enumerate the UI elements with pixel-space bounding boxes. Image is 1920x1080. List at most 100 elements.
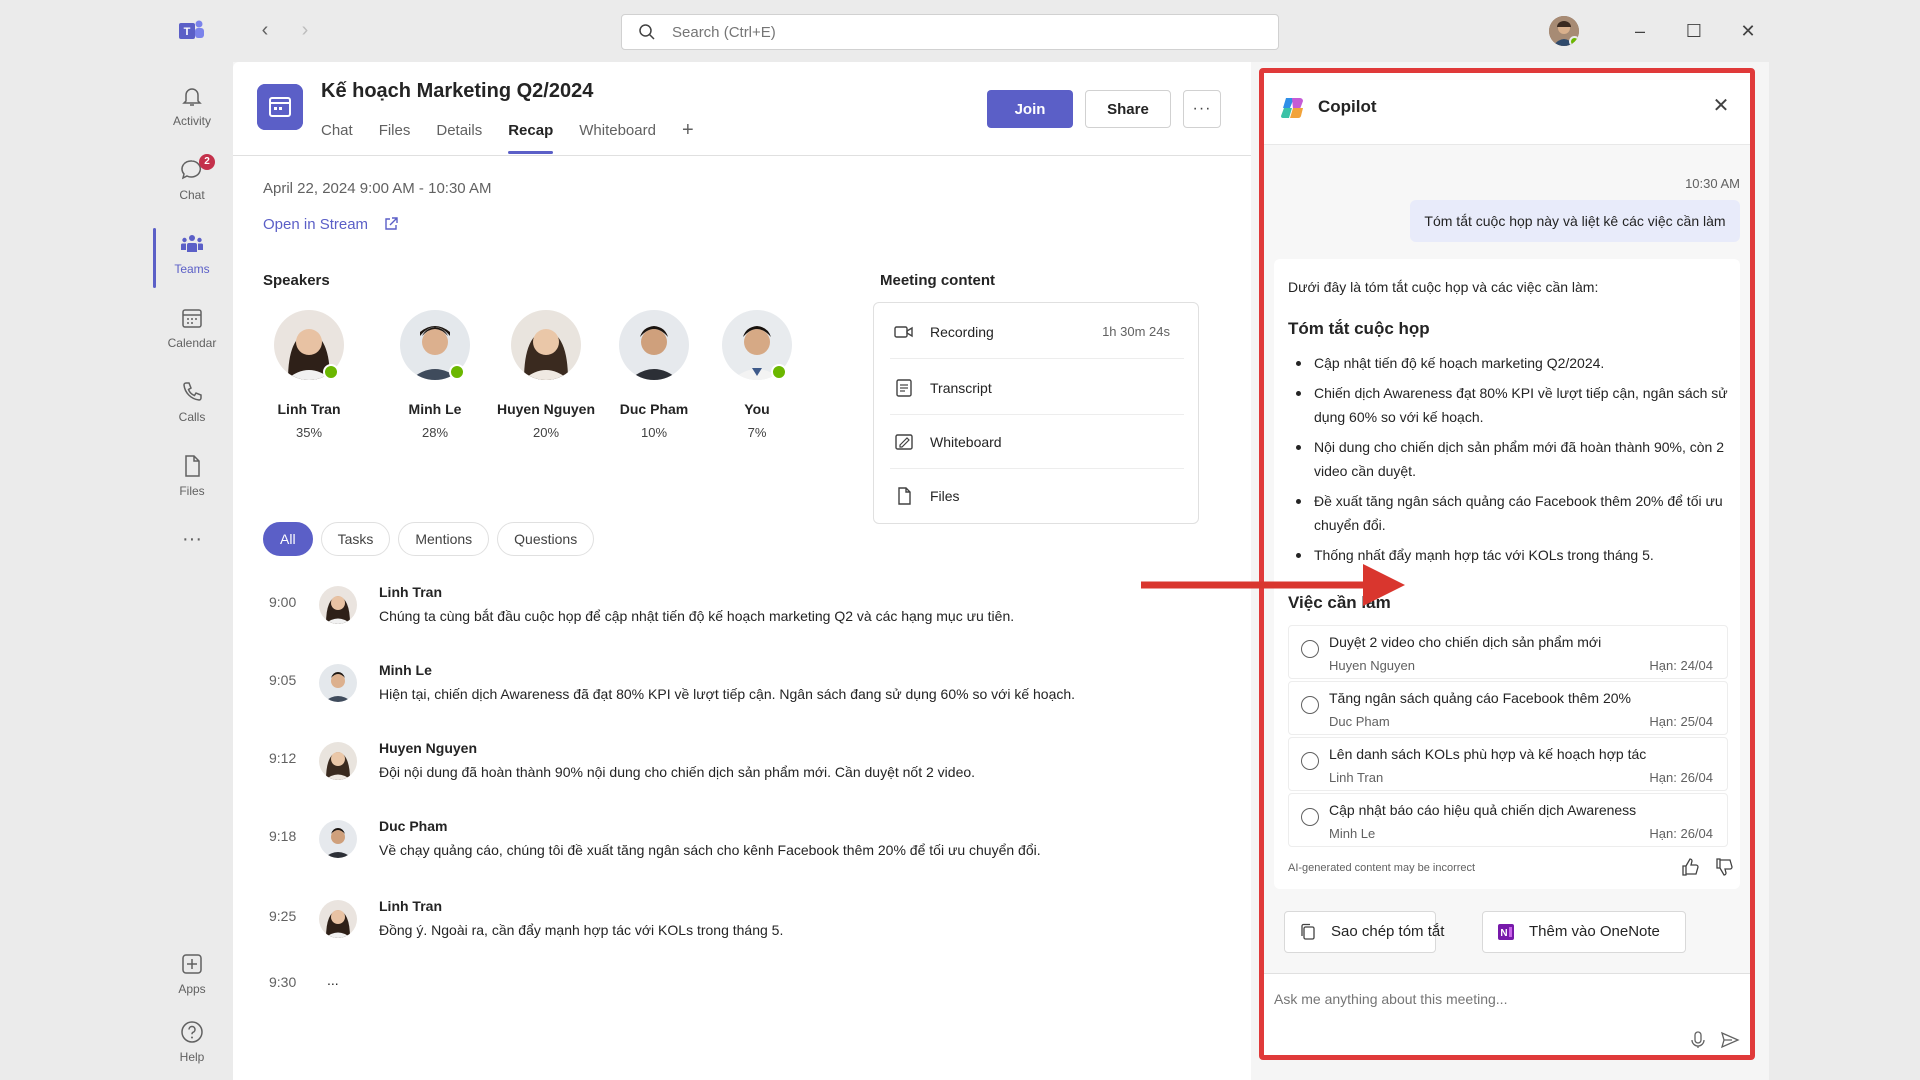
- rail-label: Calls: [178, 410, 206, 424]
- transcript-entry[interactable]: 9:18 Duc Pham Về chạy quảng cáo, chúng t…: [263, 814, 1203, 884]
- share-button[interactable]: Share: [1085, 90, 1171, 128]
- entry-time: 9:25: [269, 908, 297, 924]
- task-item[interactable]: Lên danh sách KOLs phù hợp và kế hoạch h…: [1288, 737, 1728, 791]
- speaker-card[interactable]: You 7%: [701, 310, 813, 440]
- tab-files[interactable]: Files: [379, 122, 411, 152]
- external-link-icon[interactable]: [383, 216, 399, 232]
- tab-chat[interactable]: Chat: [321, 122, 353, 152]
- open-in-stream-link[interactable]: Open in Stream: [263, 216, 368, 233]
- content-item-transcript[interactable]: Transcript: [890, 361, 1184, 415]
- add-to-onenote-button[interactable]: N Thêm vào OneNote: [1482, 911, 1686, 953]
- filter-tasks[interactable]: Tasks: [320, 522, 391, 556]
- tab-whiteboard[interactable]: Whiteboard: [579, 122, 656, 152]
- task-item[interactable]: Duyệt 2 video cho chiến dịch sản phẩm mớ…: [1288, 625, 1728, 679]
- task-due-date: Hạn: 26/04: [1649, 826, 1713, 841]
- rail-item-calendar[interactable]: Calendar: [151, 298, 233, 364]
- task-checkbox[interactable]: [1301, 640, 1319, 658]
- summary-item: Nội dung cho chiến dịch sản phẩm mới đã …: [1288, 435, 1728, 483]
- more-options-button[interactable]: ···: [1183, 90, 1221, 128]
- back-arrow-icon[interactable]: ‹: [253, 18, 277, 42]
- rail-item-files[interactable]: Files: [151, 446, 233, 512]
- content-item-recording[interactable]: Recording 1h 30m 24s: [890, 305, 1184, 359]
- content-item-whiteboard[interactable]: Whiteboard: [890, 415, 1184, 469]
- filter-all[interactable]: All: [263, 522, 313, 556]
- close-window-icon[interactable]: ✕: [1737, 20, 1759, 42]
- speaker-card[interactable]: Minh Le 28%: [379, 310, 491, 440]
- speaker-percent: 35%: [295, 425, 323, 440]
- search-bar[interactable]: [621, 14, 1279, 50]
- minimize-icon[interactable]: –: [1629, 20, 1651, 42]
- rail-more-button[interactable]: ···: [151, 520, 233, 560]
- thumbs-up-icon[interactable]: [1680, 857, 1700, 877]
- task-checkbox[interactable]: [1301, 752, 1319, 770]
- close-icon[interactable]: ✕: [1710, 95, 1732, 117]
- rail-item-activity[interactable]: Activity: [151, 76, 233, 142]
- copy-summary-button[interactable]: Sao chép tóm tắt: [1284, 911, 1444, 953]
- join-button[interactable]: Join: [987, 90, 1073, 128]
- speaker-card[interactable]: Duc Pham 10%: [598, 310, 710, 440]
- unread-badge: 2: [199, 154, 215, 170]
- content-item-files[interactable]: Files: [890, 469, 1184, 523]
- speaker-card[interactable]: Linh Tran 35%: [253, 310, 365, 440]
- filter-mentions[interactable]: Mentions: [398, 522, 490, 556]
- file-icon: [898, 487, 911, 505]
- transcript-entry[interactable]: 9:00 Linh Tran Chúng ta cùng bắt đầu cuộ…: [263, 580, 1203, 650]
- more-icon: ···: [182, 528, 202, 550]
- rail-item-chat[interactable]: 2 Chat: [151, 150, 233, 216]
- content-label: Transcript: [930, 380, 992, 396]
- summary-list: Cập nhật tiến độ kế hoạch marketing Q2/2…: [1288, 351, 1728, 573]
- rail-item-help[interactable]: Help: [151, 1012, 233, 1078]
- copy-icon: [1301, 923, 1315, 940]
- task-checkbox[interactable]: [1301, 808, 1319, 826]
- entry-text: ...: [327, 972, 339, 988]
- onenote-label: Thêm vào OneNote: [1529, 923, 1660, 940]
- speaker-name: Duc Pham: [619, 401, 689, 417]
- transcript-entry[interactable]: 9:30 ...: [263, 960, 1203, 1030]
- transcript-entry[interactable]: 9:05 Minh Le Hiện tại, chiến dịch Awaren…: [263, 658, 1203, 728]
- task-item[interactable]: Cập nhật báo cáo hiệu quả chiến dịch Awa…: [1288, 793, 1728, 847]
- task-checkbox[interactable]: [1301, 696, 1319, 714]
- speaker-card[interactable]: Huyen Nguyen 20%: [490, 310, 602, 440]
- rail-label: Activity: [172, 114, 211, 128]
- thumbs-down-icon[interactable]: [1714, 857, 1734, 877]
- rail-label: Chat: [179, 188, 205, 202]
- meeting-title: Kế hoạch Marketing Q2/2024: [321, 80, 594, 102]
- tab-recap[interactable]: Recap: [508, 122, 554, 154]
- add-tab-icon[interactable]: +: [682, 120, 694, 152]
- entry-text: Về chạy quảng cáo, chúng tôi đề xuất tăn…: [379, 842, 1041, 858]
- entry-avatar: [319, 664, 357, 702]
- tab-details[interactable]: Details: [436, 122, 482, 152]
- rail-item-teams[interactable]: Teams: [151, 224, 233, 290]
- send-icon[interactable]: [1720, 1030, 1740, 1050]
- speaker-name: Huyen Nguyen: [496, 401, 595, 417]
- meeting-content-card: Recording 1h 30m 24s Transcript Whiteboa…: [873, 302, 1199, 524]
- task-owner: Duc Pham: [1329, 714, 1390, 729]
- microphone-icon[interactable]: [1688, 1030, 1708, 1050]
- teams-logo-icon[interactable]: T: [177, 18, 205, 44]
- copilot-title: Copilot: [1318, 97, 1377, 116]
- meeting-recap-view: Kế hoạch Marketing Q2/2024 Chat Files De…: [233, 62, 1251, 1080]
- teams-icon: [181, 235, 203, 252]
- search-input[interactable]: [672, 15, 1262, 49]
- speaker-name: Minh Le: [408, 401, 462, 417]
- profile-avatar[interactable]: [1549, 16, 1579, 46]
- rail-item-calls[interactable]: Calls: [151, 372, 233, 438]
- rail-item-apps[interactable]: Apps: [151, 944, 233, 1010]
- copilot-prompt-input[interactable]: [1274, 988, 1734, 1010]
- file-icon: [185, 455, 200, 477]
- transcript-icon: [896, 379, 912, 397]
- content-label: Files: [930, 488, 960, 504]
- task-title: Lên danh sách KOLs phù hợp và kế hoạch h…: [1329, 746, 1647, 762]
- transcript-filters: All Tasks Mentions Questions: [263, 522, 602, 556]
- task-item[interactable]: Tăng ngân sách quảng cáo Facebook thêm 2…: [1288, 681, 1728, 735]
- maximize-icon[interactable]: ☐: [1683, 20, 1705, 42]
- task-title: Duyệt 2 video cho chiến dịch sản phẩm mớ…: [1329, 634, 1602, 650]
- rail-label: Teams: [174, 262, 210, 276]
- video-icon: [894, 326, 913, 338]
- transcript-entry[interactable]: 9:12 Huyen Nguyen Đội nội dung đã hoàn t…: [263, 736, 1203, 806]
- entry-speaker: Duc Pham: [379, 818, 448, 834]
- filter-questions[interactable]: Questions: [497, 522, 595, 556]
- forward-arrow-icon[interactable]: ›: [293, 18, 317, 42]
- annotation-arrow-icon: [1141, 564, 1405, 606]
- transcript-entry[interactable]: 9:25 Linh Tran Đồng ý. Ngoài ra, cần đẩy…: [263, 894, 1203, 964]
